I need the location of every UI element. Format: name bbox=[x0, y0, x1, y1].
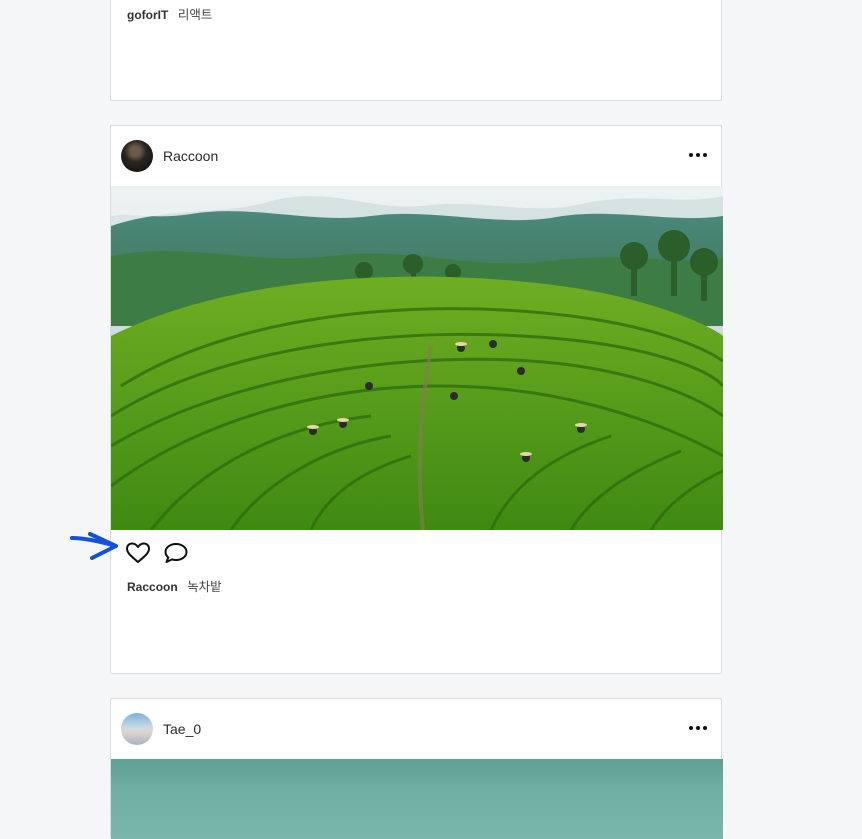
post-username[interactable]: Raccoon bbox=[163, 148, 218, 164]
post-card: Tae_0 bbox=[110, 698, 723, 839]
post-card: Raccoon Raccoon 녹차밭 bbox=[110, 125, 723, 674]
post-header: Raccoon bbox=[111, 126, 721, 186]
post-header: Tae_0 bbox=[111, 699, 721, 759]
post-caption: Raccoon 녹차밭 bbox=[127, 576, 222, 595]
annotation-arrow-icon bbox=[70, 532, 118, 560]
caption-username[interactable]: Raccoon bbox=[127, 580, 178, 594]
more-options-icon[interactable] bbox=[689, 148, 707, 162]
post-username[interactable]: Tae_0 bbox=[163, 721, 201, 737]
post-caption: goforIT 리액트 bbox=[127, 4, 212, 23]
heart-outline-icon[interactable] bbox=[125, 540, 151, 566]
caption-text: 녹차밭 bbox=[187, 580, 222, 594]
post-photo bbox=[111, 759, 723, 839]
more-options-icon[interactable] bbox=[689, 721, 707, 735]
avatar[interactable] bbox=[121, 140, 153, 172]
post-photo bbox=[111, 186, 723, 530]
post-actions bbox=[125, 540, 189, 566]
caption-text: 리액트 bbox=[177, 8, 213, 22]
caption-username[interactable]: goforIT bbox=[127, 8, 168, 22]
avatar[interactable] bbox=[121, 713, 153, 745]
speech-bubble-icon[interactable] bbox=[163, 540, 189, 566]
post-card: goforIT 리액트 bbox=[110, 0, 722, 101]
